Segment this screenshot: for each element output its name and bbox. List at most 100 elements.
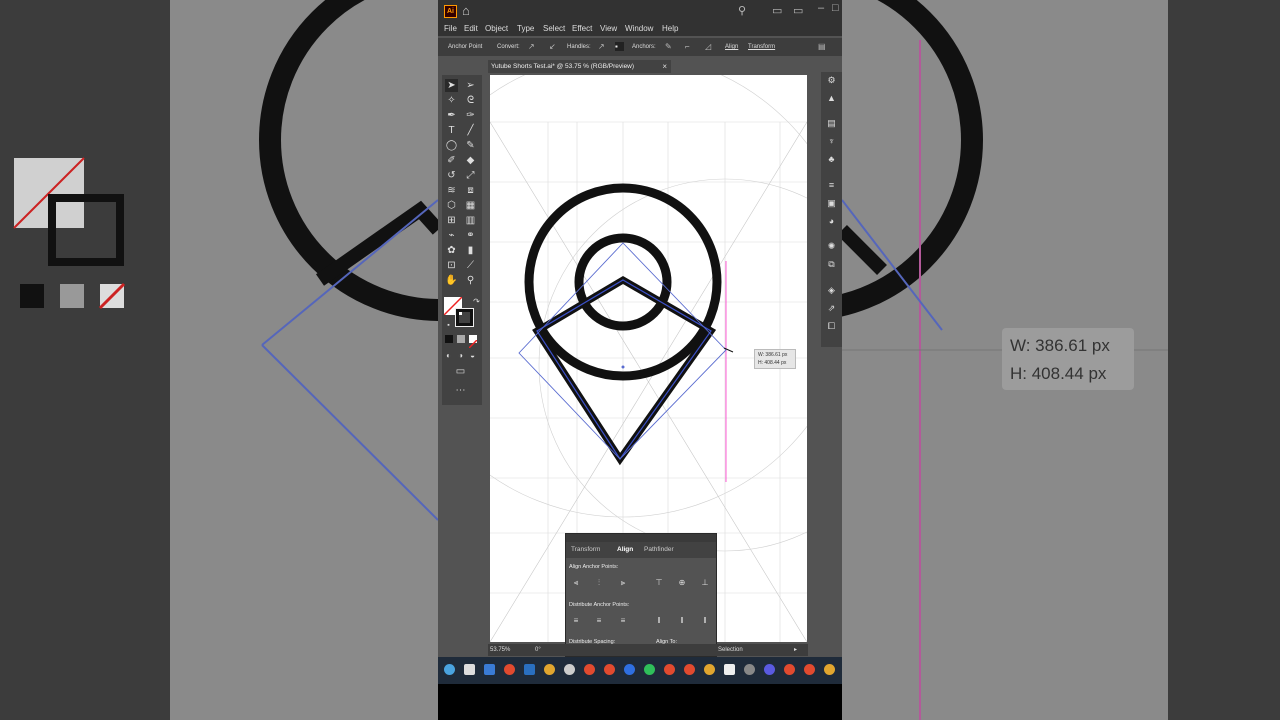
minimize-icon[interactable]: – xyxy=(818,2,824,14)
tab-align[interactable]: Align xyxy=(617,542,633,558)
slice-tool-icon[interactable]: ⟋ xyxy=(464,259,477,272)
draw-inside-icon[interactable]: ◒ xyxy=(466,349,479,362)
scale-tool-icon[interactable]: ⤢ xyxy=(464,169,477,182)
menu-file[interactable]: File xyxy=(444,22,457,36)
horizontal-align-center-icon[interactable]: ⫶ xyxy=(594,578,604,588)
taskbar-app-icon[interactable] xyxy=(724,664,735,675)
workspace-icon[interactable]: ▭ xyxy=(793,4,803,17)
image-trace-icon[interactable]: ▤ xyxy=(825,117,838,130)
align-link[interactable]: Align xyxy=(725,38,738,56)
vertical-align-top-icon[interactable]: ⊤ xyxy=(654,578,664,588)
width-tool-icon[interactable]: ≋ xyxy=(445,184,458,197)
taskbar-explorer-icon[interactable] xyxy=(484,664,495,675)
magic-wand-tool-icon[interactable]: ✧ xyxy=(445,94,458,107)
menu-object[interactable]: Object xyxy=(485,22,508,36)
shaper-tool-icon[interactable]: ✐ xyxy=(445,154,458,167)
edit-toolbar-icon[interactable]: ⋯ xyxy=(454,384,467,397)
convert-corner-icon[interactable]: ↗ xyxy=(528,42,537,51)
mesh-tool-icon[interactable]: ⊞ xyxy=(445,214,458,227)
maximize-icon[interactable]: □ xyxy=(832,2,839,14)
transform-link[interactable]: Transform xyxy=(748,38,775,56)
taskbar-app-icon[interactable] xyxy=(624,664,635,675)
gradient-panel-icon[interactable]: ▣ xyxy=(825,197,838,210)
rotate-tool-icon[interactable]: ↺ xyxy=(445,169,458,182)
stroke-swatch[interactable] xyxy=(455,308,474,327)
pen-tool-icon[interactable]: ✒ xyxy=(445,109,458,122)
artboards-icon[interactable]: ⧠ xyxy=(825,320,838,333)
taskbar-app-icon[interactable] xyxy=(764,664,775,675)
free-transform-tool-icon[interactable]: ⧈ xyxy=(464,184,477,197)
taskbar-app-icon[interactable] xyxy=(544,664,555,675)
taskbar-search-icon[interactable] xyxy=(464,664,475,675)
line-tool-icon[interactable]: ╱ xyxy=(464,124,477,137)
distribute-center-icon[interactable]: ≡ xyxy=(594,616,604,626)
align-options-icon[interactable]: ▤ xyxy=(818,42,827,51)
export-icon[interactable]: ⇗ xyxy=(825,302,838,315)
taskbar-app-icon[interactable] xyxy=(684,664,695,675)
stroke-panel-icon[interactable]: ≡ xyxy=(825,179,838,192)
layers-icon[interactable]: ◈ xyxy=(825,284,838,297)
paintbrush-tool-icon[interactable]: ✎ xyxy=(464,139,477,152)
symbols-icon[interactable]: ♣ xyxy=(825,153,838,166)
taskbar-app-icon[interactable] xyxy=(584,664,595,675)
distribute-left-icon[interactable]: ‖ xyxy=(654,616,664,626)
default-fill-stroke-icon[interactable]: ▪ xyxy=(442,319,455,332)
gradient-mode-icon[interactable] xyxy=(457,335,465,343)
taskbar-whatsapp-icon[interactable] xyxy=(644,664,655,675)
close-icon[interactable]: × xyxy=(662,60,667,73)
home-icon[interactable]: ⌂ xyxy=(462,3,470,18)
symbol-sprayer-tool-icon[interactable]: ✿ xyxy=(445,244,458,257)
swap-fill-stroke-icon[interactable]: ↷ xyxy=(470,295,483,308)
vertical-align-center-icon[interactable]: ⊕ xyxy=(677,578,687,588)
libraries-icon[interactable]: ▲ xyxy=(825,92,838,105)
direct-selection-tool-icon[interactable]: ➢ xyxy=(464,79,477,92)
convert-smooth-icon[interactable]: ↙ xyxy=(549,42,558,51)
type-tool-icon[interactable]: T xyxy=(445,124,458,137)
appearance-icon[interactable]: ✺ xyxy=(825,240,838,253)
perspective-grid-tool-icon[interactable]: ▦ xyxy=(464,199,477,212)
gradient-tool-icon[interactable]: ▥ xyxy=(464,214,477,227)
menu-help[interactable]: Help xyxy=(662,22,678,36)
document-tab[interactable]: Yutube Shorts Test.ai* @ 53.75 % (RGB/Pr… xyxy=(488,60,671,73)
artboard-tool-icon[interactable]: ⊡ xyxy=(445,259,458,272)
cut-path-icon[interactable]: ◿ xyxy=(705,42,714,51)
none-mode-icon[interactable] xyxy=(468,335,478,349)
shape-builder-tool-icon[interactable]: ⬡ xyxy=(445,199,458,212)
puppet-icon[interactable]: ♆ xyxy=(825,135,838,148)
hand-tool-icon[interactable]: ✋ xyxy=(445,274,458,287)
tab-transform[interactable]: Transform xyxy=(571,542,600,558)
hide-handles-icon[interactable]: ▪ xyxy=(615,42,624,51)
tab-pathfinder[interactable]: Pathfinder xyxy=(644,542,674,558)
taskbar-app-icon[interactable] xyxy=(804,664,815,675)
panel-header[interactable] xyxy=(566,534,716,542)
eyedropper-tool-icon[interactable]: ⌁ xyxy=(445,229,458,242)
menu-effect[interactable]: Effect xyxy=(572,22,592,36)
vertical-align-bottom-icon[interactable]: ⊥ xyxy=(700,578,710,588)
status-arrow-icon[interactable]: ▸ xyxy=(794,644,797,656)
ellipse-tool-icon[interactable]: ◯ xyxy=(445,139,458,152)
color-mode-icon[interactable] xyxy=(445,335,453,343)
graphic-styles-icon[interactable]: ⧉ xyxy=(825,258,838,271)
distribute-hcenter-icon[interactable]: ‖ xyxy=(677,616,687,626)
connect-endpoints-icon[interactable]: ⌐ xyxy=(685,42,694,51)
transparency-icon[interactable]: ◕ xyxy=(825,215,838,228)
taskbar-app-icon[interactable] xyxy=(604,664,615,675)
taskbar-start-icon[interactable] xyxy=(444,664,455,675)
menu-select[interactable]: Select xyxy=(543,22,565,36)
taskbar-app-icon[interactable] xyxy=(664,664,675,675)
horizontal-align-left-icon[interactable]: ⫷ xyxy=(571,578,581,588)
distribute-top-icon[interactable]: ≡ xyxy=(571,616,581,626)
show-handles-icon[interactable]: ↗ xyxy=(598,42,607,51)
taskbar-chrome-icon[interactable] xyxy=(504,664,515,675)
status-mode[interactable]: Selection xyxy=(718,644,743,656)
search-icon[interactable]: ⚲ xyxy=(738,4,746,17)
arrange-documents-icon[interactable]: ▭ xyxy=(772,4,782,17)
selection-tool-icon[interactable]: ➤ xyxy=(445,79,458,92)
taskbar-app-icon[interactable] xyxy=(704,664,715,675)
taskbar-photoshop-icon[interactable] xyxy=(524,664,535,675)
horizontal-align-right-icon[interactable]: ⫸ xyxy=(618,578,628,588)
distribute-right-icon[interactable]: ‖ xyxy=(700,616,710,626)
properties-icon[interactable]: ⚙ xyxy=(825,74,838,87)
remove-anchor-icon[interactable]: ✎ xyxy=(665,42,674,51)
zoom-tool-icon[interactable]: ⚲ xyxy=(464,274,477,287)
